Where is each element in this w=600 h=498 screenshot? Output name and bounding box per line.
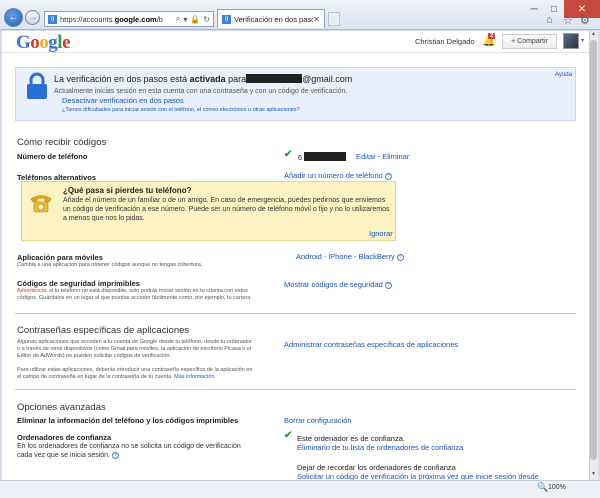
warning-body: Añade el número de un familiar o de un a… xyxy=(63,197,390,222)
user-name[interactable]: Christian Delgado xyxy=(415,37,475,46)
google-logo[interactable]: Google xyxy=(16,32,70,54)
request-code-next-time-link[interactable]: Solicitar un código de verificación la p… xyxy=(297,472,539,480)
home-icon[interactable]: ⌂ xyxy=(546,14,553,26)
more-info-link[interactable]: Más información xyxy=(174,374,214,380)
clear-settings-link[interactable]: Borrar configuración xyxy=(284,416,352,425)
help-icon[interactable]: ? xyxy=(112,452,119,459)
back-button[interactable]: ← xyxy=(4,8,23,27)
arrow-right-icon: → xyxy=(27,12,38,23)
avatar[interactable] xyxy=(563,33,579,49)
url-text: https://accounts.google.com/b xyxy=(60,14,163,24)
dropdown-icon[interactable]: ▾ xyxy=(183,15,187,24)
phone-number-label: Número de teléfono xyxy=(17,152,88,161)
app-passwords-title: Contraseñas específicas de aplicaciones xyxy=(17,325,190,336)
mobile-platform-links[interactable]: Android - iPhone - BlackBerry? xyxy=(296,252,404,261)
tab-close-icon[interactable]: ✕ xyxy=(313,15,320,24)
tab-title: Verificación en dos pasos xyxy=(234,14,314,24)
redacted-email xyxy=(246,74,303,83)
trusted-computers-label: Ordenadores de confianza xyxy=(17,433,112,442)
phone-number-value: 6 xyxy=(298,152,347,162)
sign-in-trouble-link[interactable]: ¿Tienes dificultades para iniciar sesión… xyxy=(62,107,300,113)
ignore-link[interactable]: Ignorar xyxy=(369,229,393,238)
remove-trusted-link[interactable]: Eliminarlo de tu lista de ordenadores de… xyxy=(297,443,463,452)
add-phone-link[interactable]: Añadir un número de teléfono? xyxy=(284,171,392,180)
share-button[interactable]: + Compartir xyxy=(502,34,557,49)
help-icon[interactable]: ? xyxy=(384,282,392,289)
stop-remembering-text: Dejar de recordar los ordenadores de con… xyxy=(297,463,456,472)
edit-delete-phone-links[interactable]: Editar - Eliminar xyxy=(356,152,409,161)
status-banner: La verificación en dos pasos está activa… xyxy=(15,67,576,121)
chevron-down-icon[interactable]: ▾ xyxy=(581,37,584,44)
scrollbar-thumb[interactable] xyxy=(590,40,597,460)
lock-icon[interactable]: 🔒 xyxy=(190,15,200,24)
backup-codes-desc: Advertencia: si tu teléfono no está disp… xyxy=(17,288,252,301)
help-icon[interactable]: ? xyxy=(396,254,404,261)
arrow-left-icon: ← xyxy=(8,12,19,23)
lost-phone-warning: ¿Qué pasa si pierdes tu teléfono? Añade … xyxy=(21,181,396,241)
notification-badge[interactable]: 2 xyxy=(488,33,496,39)
minimize-button[interactable]: ─ xyxy=(524,0,544,18)
backup-codes-label: Códigos de seguridad imprimibles xyxy=(17,279,140,288)
scroll-down-icon[interactable]: ▼ xyxy=(590,471,597,479)
forward-button[interactable]: → xyxy=(25,10,40,25)
check-icon: ✔ xyxy=(284,149,293,160)
section-divider xyxy=(15,313,576,314)
refresh-icon[interactable]: ↻ xyxy=(203,15,210,24)
search-icon[interactable]: ⌕ xyxy=(176,14,180,24)
section-divider xyxy=(15,389,576,390)
page-content: Google Christian Delgado 🔔 2 + Compartir… xyxy=(2,31,589,480)
new-tab-button[interactable] xyxy=(328,12,340,26)
zoom-level[interactable]: 100% xyxy=(548,484,566,491)
trusted-computers-desc: En los ordenadores de confianza no se so… xyxy=(17,443,241,459)
google-favicon-icon: g xyxy=(48,14,57,24)
banner-subtitle: Actualmente inicias sesión en esta cuent… xyxy=(54,88,348,95)
help-icon[interactable]: ? xyxy=(384,173,392,180)
status-bar xyxy=(0,480,600,498)
deactivate-link[interactable]: Desactivar verificación en dos pasos xyxy=(62,96,184,105)
padlock-icon xyxy=(27,72,47,99)
banner-title: La verificación en dos pasos está activa… xyxy=(54,74,353,84)
check-icon: ✔ xyxy=(284,430,293,441)
address-bar[interactable]: g https://accounts.google.com/b ⌕ ▾ 🔒 ↻ xyxy=(44,11,214,27)
header-divider xyxy=(2,52,589,53)
receive-codes-title: Cómo recibir códigos xyxy=(17,137,107,148)
telephone-icon xyxy=(30,195,52,213)
tab-two-step-verification[interactable]: g Verificación en dos pasos ✕ xyxy=(217,9,325,28)
warning-title: ¿Qué pasa si pierdes tu teléfono? xyxy=(63,186,192,195)
gear-icon[interactable]: ⚙ xyxy=(580,14,590,27)
scroll-up-icon[interactable]: ▲ xyxy=(590,31,597,39)
app-passwords-desc: Algunas aplicaciones que acceden a tu cu… xyxy=(17,339,253,380)
show-backup-codes-link[interactable]: Mostrar códigos de seguridad? xyxy=(284,280,392,289)
help-link[interactable]: Ayuda xyxy=(555,72,572,78)
advanced-options-title: Opciones avanzadas xyxy=(17,402,106,413)
mobile-app-desc: Cambia a una aplicación para obtener cód… xyxy=(17,262,203,268)
trusted-status: Este ordenador es de confianza. xyxy=(297,434,405,443)
mobile-app-label: Aplicación para móviles xyxy=(17,253,103,262)
favorites-star-icon[interactable]: ☆ xyxy=(563,14,573,27)
zoom-icon[interactable]: 🔍 xyxy=(537,482,548,493)
remove-info-label: Eliminar la información del teléfono y l… xyxy=(17,416,239,425)
google-favicon-icon: g xyxy=(222,14,231,24)
manage-app-passwords-link[interactable]: Administrar contraseñas específicas de a… xyxy=(284,340,458,349)
